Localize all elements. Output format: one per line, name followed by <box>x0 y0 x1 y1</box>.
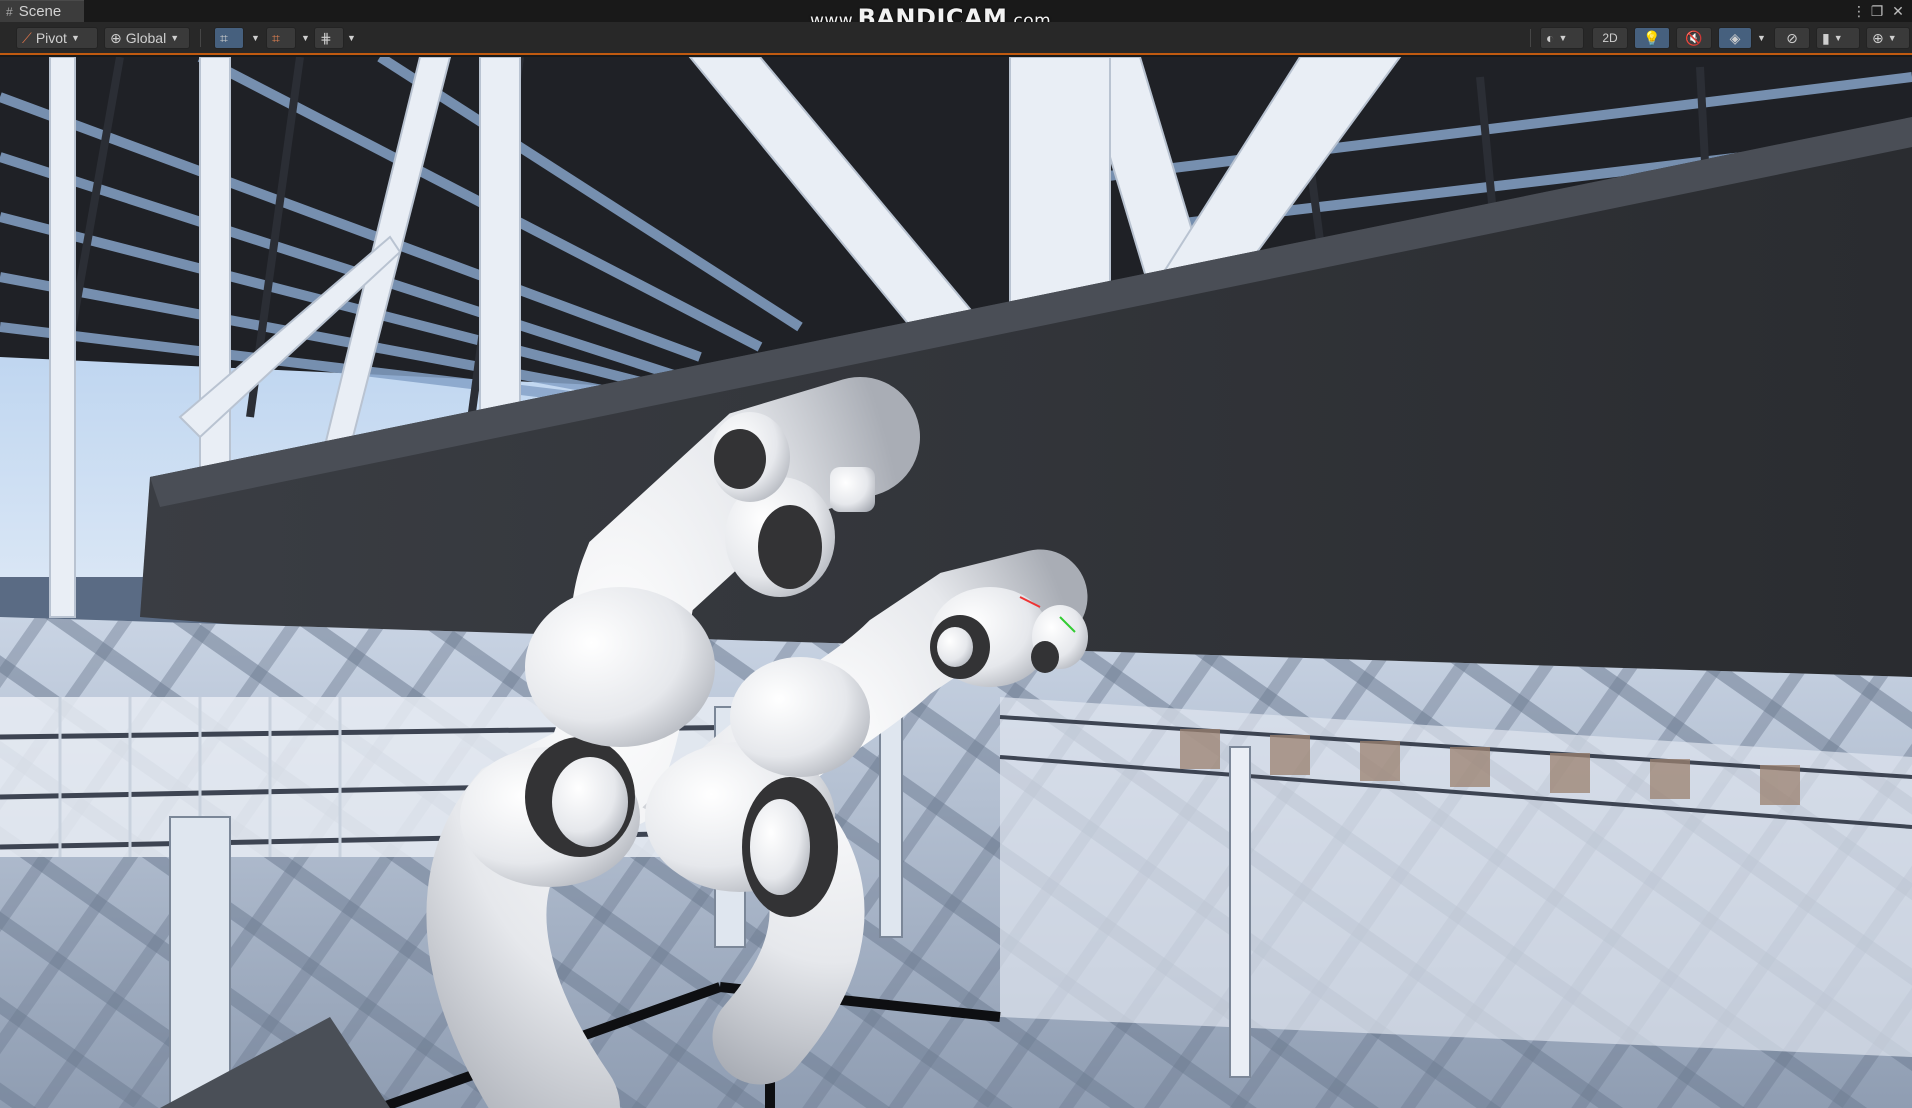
chevron-down-icon: ▼ <box>1833 33 1843 43</box>
camera-dropdown[interactable]: ▮ ▼ <box>1816 27 1860 49</box>
increment-snap-dropdown[interactable]: ▼ <box>342 27 358 49</box>
snap-grid-dropdown[interactable]: ▼ <box>296 27 312 49</box>
shading-mode-icon: ◐ <box>1546 30 1555 46</box>
transform-grid-button[interactable]: ⌗ <box>214 27 244 49</box>
effects-toggle[interactable]: ◈ <box>1718 27 1752 49</box>
chevron-down-icon: ▼ <box>1887 33 1897 43</box>
lighting-icon: 💡 <box>1643 30 1661 46</box>
global-label: Global <box>125 30 167 46</box>
hidden-objects-icon: ⊘ <box>1786 30 1798 46</box>
pivot-icon: ⟋ <box>22 30 32 46</box>
tab-scene-label: Scene <box>18 3 62 20</box>
2d-toggle-button[interactable]: 2D <box>1592 27 1628 49</box>
tab-bar: # Scene www.BANDICAM.com ⋮ ❐ ✕ <box>0 0 1912 32</box>
audio-toggle[interactable]: 🔇 <box>1676 27 1712 49</box>
chevron-down-icon: ▼ <box>301 33 310 43</box>
pivot-label: Pivot <box>35 30 67 46</box>
chevron-down-icon: ▼ <box>1757 33 1766 43</box>
lighting-toggle[interactable]: 💡 <box>1634 27 1670 49</box>
globe-icon: ⊕ <box>110 30 122 46</box>
increment-snap-button[interactable]: ⋕ <box>314 27 344 49</box>
chevron-down-icon: ▼ <box>347 33 356 43</box>
shading-mode-dropdown[interactable]: ◐ ▼ <box>1540 27 1584 49</box>
snap-grid-button[interactable]: ⌗ <box>266 27 296 49</box>
gizmos-icon: ⊕ <box>1872 30 1884 46</box>
snap-grid-icon: ⌗ <box>272 30 280 46</box>
toolbar-divider <box>1530 29 1531 47</box>
scene-viewport[interactable] <box>0 57 1912 1108</box>
effects-dropdown[interactable]: ▼ <box>1752 27 1768 49</box>
transform-grid-icon: ⌗ <box>220 30 228 46</box>
chevron-down-icon: ▼ <box>251 33 260 43</box>
toolbar-divider <box>200 29 201 47</box>
chevron-down-icon: ▼ <box>1558 33 1568 43</box>
scene-grid-icon: # <box>6 4 13 19</box>
2d-label: 2D <box>1602 31 1618 45</box>
close-icon[interactable]: ✕ <box>1889 2 1907 20</box>
railing-right <box>999 697 1912 1078</box>
audio-icon: 🔇 <box>1685 30 1703 46</box>
kebab-menu-icon[interactable]: ⋮ <box>1850 2 1868 20</box>
increment-snap-icon: ⋕ <box>320 30 332 46</box>
hidden-objects-toggle[interactable]: ⊘ <box>1774 27 1810 49</box>
scene-render <box>0 57 1912 1108</box>
effects-icon: ◈ <box>1729 30 1741 46</box>
camera-icon: ▮ <box>1822 30 1830 46</box>
chevron-down-icon: ▼ <box>170 33 180 43</box>
gizmos-dropdown[interactable]: ⊕ ▼ <box>1866 27 1910 49</box>
global-dropdown[interactable]: ⊕ Global ▼ <box>104 27 190 49</box>
tab-scene[interactable]: # Scene <box>0 0 84 22</box>
maximize-icon[interactable]: ❐ <box>1868 2 1886 20</box>
pivot-dropdown[interactable]: ⟋ Pivot ▼ <box>16 27 98 49</box>
chevron-down-icon: ▼ <box>70 33 80 43</box>
transform-grid-dropdown[interactable]: ▼ <box>246 27 262 49</box>
scene-toolbar: ⟋ Pivot ▼ ⊕ Global ▼ ⌗ ▼ ⌗ ▼ ⋕ ▼ ◐ ▼ 2D … <box>0 22 1912 55</box>
